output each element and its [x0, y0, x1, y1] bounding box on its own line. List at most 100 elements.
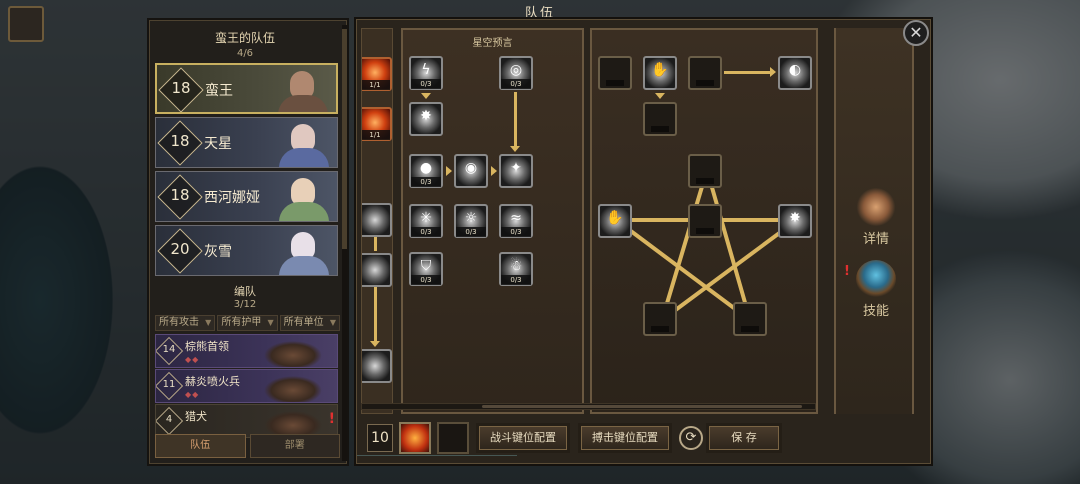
talent-node-locked[interactable]	[688, 154, 722, 188]
arrow-right-icon	[491, 166, 497, 176]
talent-rank: 0/3	[411, 177, 441, 187]
talent-rank: 0/3	[501, 79, 531, 89]
attack-filter[interactable]: 所有攻击 ▼	[155, 315, 216, 331]
battle-keybind-button[interactable]: 战斗键位配置	[479, 426, 567, 450]
talent-tree-pentagram: ✋ ◐ ✋ ✸	[590, 28, 818, 414]
talent-node[interactable]: ☼ 0/3	[454, 204, 488, 238]
alert-icon: !	[328, 411, 335, 427]
talent-rank: 0/3	[501, 227, 531, 237]
portrait-body	[279, 148, 329, 167]
talent-node[interactable]: 1/1	[362, 107, 392, 141]
reset-icon[interactable]: ⟳	[679, 426, 703, 450]
team-scrollbar[interactable]	[342, 25, 347, 461]
save-button[interactable]: 保 存	[709, 426, 779, 450]
talent-node[interactable]: ☃ 0/3	[499, 252, 533, 286]
talent-link	[374, 237, 377, 251]
details-label: 详情	[862, 232, 889, 247]
empty-skill-slot[interactable]	[437, 422, 469, 454]
talent-node[interactable]: ✦	[499, 154, 533, 188]
talent-node[interactable]: ◉	[454, 154, 488, 188]
chevron-down-icon: ▼	[267, 318, 274, 327]
talent-node[interactable]	[362, 253, 392, 287]
spellbook-icon	[856, 260, 896, 298]
arrow-down-icon	[370, 341, 380, 347]
alert-icon: !	[844, 264, 850, 279]
unit-card[interactable]: 14 棕熊首领 ◆◆	[155, 334, 338, 368]
talent-rank: 0/3	[411, 79, 441, 89]
talent-rank: 1/1	[362, 130, 390, 140]
hero-name: 灰雪	[204, 244, 232, 260]
hero-portrait	[265, 172, 337, 221]
talent-node[interactable]	[362, 349, 392, 383]
hero-card[interactable]: 18 蛮王	[155, 63, 338, 114]
talent-node[interactable]: ✸	[409, 102, 443, 136]
active-skill-slot[interactable]	[399, 422, 431, 454]
tab-deploy[interactable]: 部署	[249, 434, 340, 458]
orb-icon: ●	[419, 160, 433, 176]
unit-level: 14	[162, 344, 176, 355]
talent-rank: 0/3	[411, 227, 441, 237]
talent-node[interactable]	[362, 203, 392, 237]
hero-level: 18	[170, 186, 190, 204]
scroll-thumb[interactable]	[482, 405, 802, 408]
hero-name: 蛮王	[205, 83, 233, 99]
skills-button[interactable]: ! 技能	[844, 260, 902, 319]
talent-node[interactable]: ● 0/3	[409, 154, 443, 188]
unit-card[interactable]: 11 赫炎喷火兵 ◆◆	[155, 369, 338, 403]
grapple-keybind-button[interactable]: 搏击键位配置	[581, 426, 669, 450]
armor-filter[interactable]: 所有护甲 ▼	[217, 315, 278, 331]
skills-label: 技能	[862, 304, 889, 319]
unit-type-filter[interactable]: 所有单位 ▼	[279, 315, 340, 331]
talent-tree-title: 星空预言	[472, 38, 513, 49]
burst-icon: ✸	[420, 108, 432, 124]
arrow-down-icon	[421, 93, 431, 99]
talent-node[interactable]: ✸	[778, 204, 812, 238]
hero-portrait	[265, 226, 337, 275]
close-button[interactable]: ✕	[903, 20, 929, 46]
attack-filter-label: 所有攻击	[159, 317, 199, 328]
hero-level: 18	[170, 132, 190, 150]
ring-icon: ◎	[509, 62, 523, 78]
star-burst-icon: ✸	[789, 210, 801, 226]
talent-tree-starry-prophecy: 星空预言 ϟ 0/3 ✸ ◎ 0/3 ● 0/3 ◉ ✦ ✳ 0/3 ☼ 0/3 ≈0/3…	[401, 28, 584, 414]
hero-level: 20	[170, 240, 190, 258]
scroll-thumb[interactable]	[342, 29, 347, 249]
unit-name: 猎犬	[185, 410, 207, 423]
wind-icon: ≈	[510, 210, 522, 226]
tab-team[interactable]: 队伍	[155, 434, 246, 458]
hero-card[interactable]: 18 西河娜娅	[155, 171, 338, 222]
talent-node-locked[interactable]	[643, 302, 677, 336]
talent-node[interactable]: ⛉ 0/3	[409, 252, 443, 286]
talent-link	[374, 287, 377, 343]
talent-horizontal-scrollbar[interactable]	[361, 403, 816, 410]
hero-card[interactable]: 18 天星	[155, 117, 338, 168]
hero-side-menu: 详情 ! 技能	[834, 28, 914, 414]
portrait-body	[278, 95, 328, 112]
talent-slot	[741, 326, 759, 332]
talent-slot	[696, 178, 714, 184]
talent-node[interactable]: ≈0/3	[499, 204, 533, 238]
unit-level: 11	[162, 379, 176, 390]
lightning-icon: ϟ	[421, 62, 431, 78]
talent-rank: 0/3	[456, 227, 486, 237]
talent-node[interactable]: ✳ 0/3	[409, 204, 443, 238]
armor-filter-label: 所有护甲	[221, 317, 262, 328]
unit-portrait	[249, 370, 329, 402]
talent-node[interactable]: 1/1	[362, 57, 392, 91]
unit-card[interactable]: 4 猎犬!	[155, 404, 338, 438]
hero-name: 天星	[204, 136, 232, 152]
chevron-down-icon: ▼	[205, 318, 212, 327]
details-button[interactable]: 详情	[850, 188, 902, 247]
hero-card[interactable]: 20 灰雪	[155, 225, 338, 276]
team-panel: 蛮王的队伍 4/6 18 蛮王 18 天星 18 西河娜娅 20 灰雪 编队 3/12 所有攻…	[149, 20, 347, 464]
talent-node-locked[interactable]	[688, 204, 722, 238]
talent-node[interactable]: ◎ 0/3	[499, 56, 533, 90]
flexing-arm-icon	[856, 188, 896, 226]
team-tabs: 队伍 部署	[155, 434, 340, 458]
unit-name: 棕熊首领	[185, 340, 229, 353]
talent-column-left-partial: 1/1 1/1	[361, 28, 393, 414]
talent-node[interactable]: ✋	[598, 204, 632, 238]
chevron-down-icon: ▼	[329, 318, 336, 327]
talent-node-locked[interactable]	[733, 302, 767, 336]
talent-node[interactable]: ϟ 0/3	[409, 56, 443, 90]
